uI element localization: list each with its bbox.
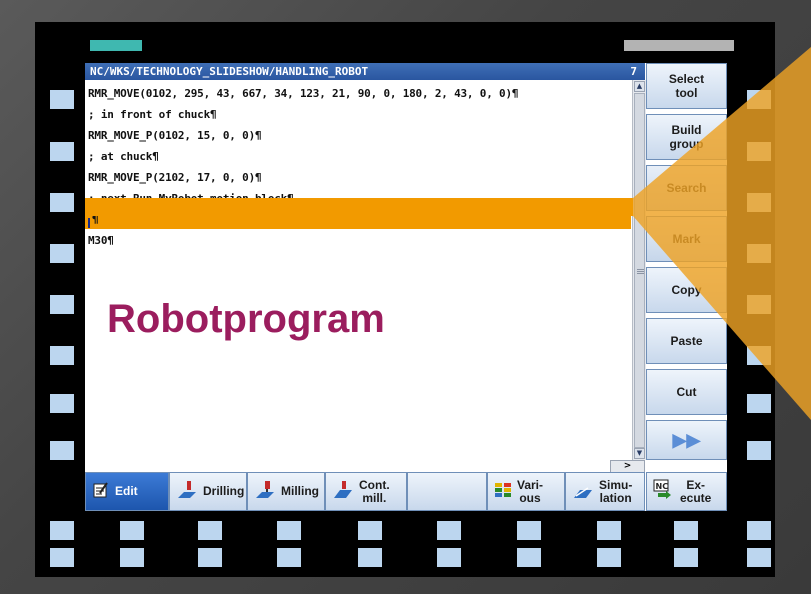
search-softkey[interactable]: Search [646, 165, 727, 211]
mark-softkey[interactable]: Mark [646, 216, 727, 262]
hw-key-bottom-3b[interactable] [198, 548, 222, 567]
hw-key-right-2[interactable] [747, 142, 771, 161]
scroll-thumb[interactable] [634, 93, 645, 448]
various-icon [494, 481, 512, 502]
hw-key-right-5[interactable] [747, 295, 771, 314]
code-line[interactable]: ; next Run MyRobot motion block¶ [88, 192, 294, 207]
hw-key-left-6[interactable] [50, 346, 74, 365]
contour-milling-softkey[interactable]: Cont. mill. [325, 472, 407, 511]
hw-key-left-1[interactable] [50, 90, 74, 109]
robotprogram-label: Robotprogram [107, 297, 385, 341]
hw-key-bottom-1b[interactable] [50, 548, 74, 567]
empty-softkey[interactable] [407, 472, 487, 511]
hw-key-bottom-7b[interactable] [517, 548, 541, 567]
scroll-up-icon[interactable]: ▲ [634, 81, 645, 92]
contour-milling-icon [332, 480, 354, 503]
hw-key-left-2[interactable] [50, 142, 74, 161]
hw-key-bottom-5[interactable] [358, 521, 382, 540]
code-line[interactable]: ¶ [92, 213, 99, 228]
grip-icon [637, 271, 644, 272]
code-line[interactable]: RMR_MOVE_P(0102, 15, 0, 0)¶ [88, 129, 262, 144]
hw-key-bottom-8[interactable] [597, 521, 621, 540]
hw-key-right-6[interactable] [747, 346, 771, 365]
grip-icon [637, 269, 644, 270]
simulation-softkey[interactable]: Simu- lation [565, 472, 645, 511]
hw-key-bottom-10[interactable] [747, 521, 771, 540]
hw-key-bottom-4[interactable] [277, 521, 301, 540]
hw-key-right-3[interactable] [747, 193, 771, 212]
drilling-icon [176, 480, 198, 503]
code-line[interactable]: RMR_MOVE_P(2102, 17, 0, 0)¶ [88, 171, 262, 186]
status-led-right [624, 40, 734, 51]
code-line[interactable]: ; at chuck¶ [88, 150, 159, 165]
program-path: NC/WKS/TECHNOLOGY_SLIDESHOW/HANDLING_ROB… [90, 65, 369, 78]
hw-key-left-4[interactable] [50, 244, 74, 263]
hw-key-right-1[interactable] [747, 90, 771, 109]
various-softkey-label: Vari- ous [517, 477, 544, 505]
contour-milling-softkey-label: Cont. mill. [359, 477, 390, 505]
scroll-down-icon[interactable]: ▼ [634, 448, 645, 459]
cut-softkey[interactable]: Cut [646, 369, 727, 415]
hw-key-left-7[interactable] [50, 394, 74, 413]
hw-key-bottom-9b[interactable] [674, 548, 698, 567]
hw-key-right-8[interactable] [747, 441, 771, 460]
code-line[interactable]: RMR_MOVE(0102, 295, 43, 667, 34, 123, 21… [88, 87, 519, 102]
hw-key-bottom-5b[interactable] [358, 548, 382, 567]
milling-softkey[interactable]: Milling [247, 472, 325, 511]
code-line[interactable]: M30¶ [88, 234, 114, 249]
drilling-softkey-label: Drilling [203, 484, 245, 498]
nc-execute-icon: NC [653, 479, 675, 504]
hw-key-bottom-2[interactable] [120, 521, 144, 540]
milling-icon [254, 480, 276, 503]
window-number: 7 [630, 65, 637, 78]
execute-softkey[interactable]: NC Ex- ecute [646, 472, 727, 511]
edit-softkey[interactable]: Edit [85, 472, 169, 511]
grip-icon [637, 273, 644, 274]
hw-key-bottom-8b[interactable] [597, 548, 621, 567]
hw-key-bottom-6b[interactable] [437, 548, 461, 567]
hw-key-right-7[interactable] [747, 394, 771, 413]
hw-key-left-8[interactable] [50, 441, 74, 460]
hw-key-bottom-10b[interactable] [747, 548, 771, 567]
hw-key-bottom-6[interactable] [437, 521, 461, 540]
text-caret [88, 218, 90, 228]
simulation-softkey-label: Simu- lation [599, 477, 633, 505]
drilling-softkey[interactable]: Drilling [169, 472, 247, 511]
code-line[interactable]: ; in front of chuck¶ [88, 108, 217, 123]
milling-softkey-label: Milling [281, 484, 319, 498]
copy-softkey[interactable]: Copy [646, 267, 727, 313]
execute-softkey-label: Ex- ecute [680, 477, 712, 505]
hw-key-bottom-9[interactable] [674, 521, 698, 540]
vertical-scrollbar[interactable]: ▲ ▼ [632, 80, 646, 460]
edit-softkey-label: Edit [115, 484, 138, 498]
hw-key-bottom-2b[interactable] [120, 548, 144, 567]
status-led-left [90, 40, 142, 51]
hw-key-bottom-4b[interactable] [277, 548, 301, 567]
hw-key-bottom-7[interactable] [517, 521, 541, 540]
program-title-bar: NC/WKS/TECHNOLOGY_SLIDESHOW/HANDLING_ROB… [85, 63, 645, 80]
build-group-softkey[interactable]: Build group [646, 114, 727, 160]
hw-key-bottom-3[interactable] [198, 521, 222, 540]
hw-key-left-5[interactable] [50, 295, 74, 314]
hmi-screen: NC/WKS/TECHNOLOGY_SLIDESHOW/HANDLING_ROB… [85, 63, 727, 511]
program-editor[interactable]: RMR_MOVE(0102, 295, 43, 667, 34, 123, 21… [85, 80, 631, 460]
various-softkey[interactable]: Vari- ous [487, 472, 565, 511]
hw-key-left-3[interactable] [50, 193, 74, 212]
hw-key-right-4[interactable] [747, 244, 771, 263]
simulation-icon [572, 480, 594, 503]
hw-key-bottom-1[interactable] [50, 521, 74, 540]
paste-softkey[interactable]: Paste [646, 318, 727, 364]
more-softkey-icon[interactable]: ▶▶ [646, 420, 727, 460]
edit-icon [92, 481, 110, 502]
cursor-line-highlight [85, 216, 631, 229]
svg-text:NC: NC [656, 482, 669, 491]
select-tool-softkey[interactable]: Select tool [646, 63, 727, 109]
